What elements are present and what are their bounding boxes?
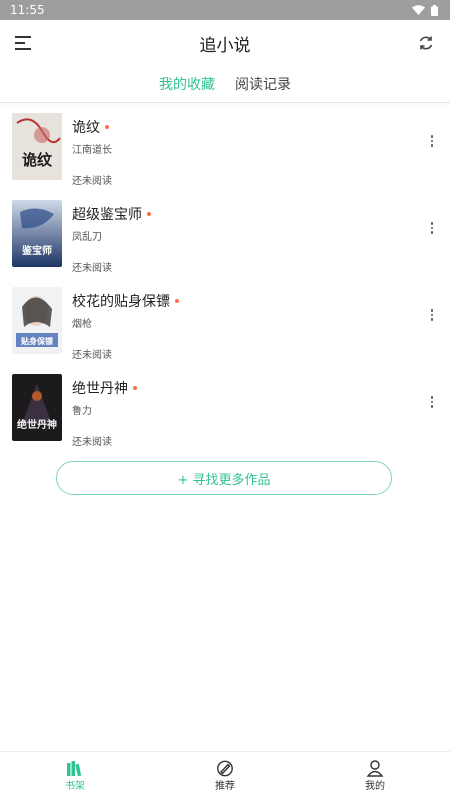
- tab-reading-history[interactable]: 阅读记录: [235, 74, 291, 94]
- svg-text:鉴宝师: 鉴宝师: [21, 244, 52, 257]
- battery-icon: [431, 4, 438, 16]
- book-title: 校花的贴身保镖: [72, 294, 170, 310]
- update-dot: [105, 125, 109, 129]
- nav-recommend[interactable]: 推荐: [185, 760, 265, 792]
- book-title: 绝世丹神: [72, 381, 128, 397]
- status-time: 11:55: [10, 3, 45, 17]
- bottom-nav: 书架 推荐 我的: [0, 751, 450, 800]
- page-title: 追小说: [199, 35, 251, 56]
- reading-progress: 还未阅读: [72, 176, 112, 187]
- book-cover[interactable]: 诡纹: [12, 113, 62, 180]
- tab-bar: 我的收藏 阅读记录: [0, 66, 450, 102]
- app-header: 追小说: [0, 20, 450, 66]
- book-item[interactable]: 鉴宝师 超级鉴宝师 凤乱刀 还未阅读: [0, 190, 450, 277]
- tab-favorites[interactable]: 我的收藏: [159, 74, 215, 94]
- svg-text:诡纹: 诡纹: [22, 151, 53, 169]
- more-options-icon[interactable]: [426, 305, 438, 325]
- bookshelf-icon: [67, 760, 82, 776]
- book-author: 凤乱刀: [72, 232, 102, 243]
- more-options-icon[interactable]: [426, 218, 438, 238]
- nav-label: 我的: [365, 781, 385, 792]
- book-author: 烟枪: [72, 319, 92, 330]
- book-title: 诡纹: [72, 120, 100, 136]
- book-cover[interactable]: 鉴宝师: [12, 200, 62, 267]
- book-author: 鲁力: [72, 406, 92, 417]
- book-author: 江南道长: [72, 145, 112, 156]
- wifi-icon: [412, 5, 425, 15]
- update-dot: [133, 386, 137, 390]
- more-options-icon[interactable]: [426, 131, 438, 151]
- book-item[interactable]: 诡纹 诡纹 江南道长 还未阅读: [0, 103, 450, 190]
- nav-label: 推荐: [215, 781, 235, 792]
- reading-progress: 还未阅读: [72, 263, 112, 274]
- user-icon: [366, 760, 384, 777]
- update-dot: [147, 212, 151, 216]
- svg-text:绝世丹神: 绝世丹神: [17, 418, 57, 431]
- more-options-icon[interactable]: [426, 392, 438, 412]
- reading-progress: 还未阅读: [72, 437, 112, 448]
- reading-progress: 还未阅读: [72, 350, 112, 361]
- book-item[interactable]: 贴身保镖 校花的贴身保镖 烟枪 还未阅读: [0, 277, 450, 364]
- book-cover[interactable]: 贴身保镖: [12, 287, 62, 354]
- refresh-icon[interactable]: [414, 31, 438, 55]
- recommend-icon: [217, 760, 233, 777]
- svg-text:贴身保镖: 贴身保镖: [21, 336, 53, 346]
- update-dot: [175, 299, 179, 303]
- book-item[interactable]: 绝世丹神 绝世丹神 鲁力 还未阅读: [0, 364, 450, 451]
- nav-label: 书架: [65, 780, 85, 792]
- book-list: 诡纹 诡纹 江南道长 还未阅读 鉴宝师 超级鉴宝师 凤乱刀 还未阅读 贴身保镖 …: [0, 103, 450, 451]
- find-more-button[interactable]: + 寻找更多作品: [56, 461, 392, 495]
- status-bar: 11:55: [0, 0, 450, 20]
- nav-bookshelf[interactable]: 书架: [35, 760, 115, 792]
- book-cover[interactable]: 绝世丹神: [12, 374, 62, 441]
- nav-mine[interactable]: 我的: [335, 760, 415, 792]
- book-title: 超级鉴宝师: [72, 207, 142, 223]
- menu-icon[interactable]: [12, 31, 36, 55]
